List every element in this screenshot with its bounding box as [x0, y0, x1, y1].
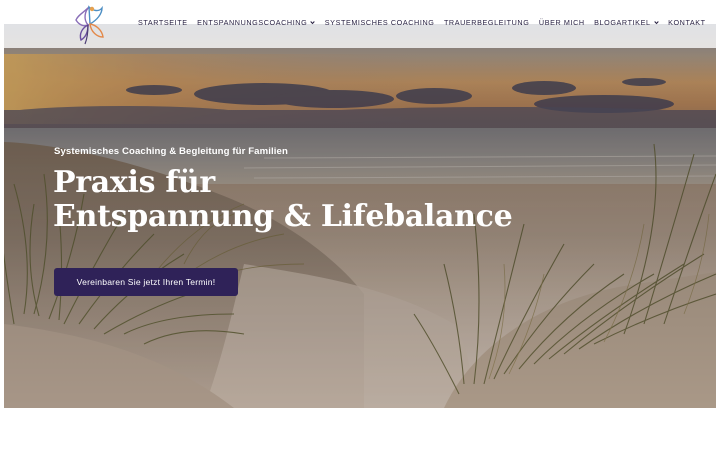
site-header: STARTSEITE ENTSPANNUNGSCOACHING SYSTEMIS… — [0, 0, 720, 48]
nav-item-systemisches-coaching[interactable]: SYSTEMISCHES COACHING — [325, 18, 435, 27]
nav-label: KONTAKT — [668, 18, 706, 27]
chevron-down-icon — [653, 21, 659, 25]
nav-item-ueber-mich[interactable]: ÜBER MICH — [539, 18, 585, 27]
nav-item-trauerbegleitung[interactable]: TRAUERBEGLEITUNG — [444, 18, 529, 27]
hero-title-line-2: Entspannung & Lifebalance — [53, 199, 513, 234]
nav-label: ENTSPANNUNGSCOACHING — [197, 18, 308, 27]
nav-label: TRAUERBEGLEITUNG — [443, 18, 530, 27]
hero-title: Praxis für Entspannung & Lifebalance — [53, 165, 513, 234]
nav-label: SYSTEMISCHES COACHING — [324, 18, 435, 27]
main-navigation: STARTSEITE ENTSPANNUNGSCOACHING SYSTEMIS… — [138, 18, 706, 27]
book-appointment-button[interactable]: Vereinbaren Sie jetzt Ihren Termin! — [54, 268, 238, 296]
hero-title-line-1: Praxis für — [53, 165, 215, 200]
nav-label: BLOGARTIKEL — [594, 18, 651, 27]
nav-item-startseite[interactable]: STARTSEITE — [138, 18, 188, 27]
nav-item-entspannungscoaching[interactable]: ENTSPANNUNGSCOACHING — [197, 18, 316, 27]
nav-item-blogartikel[interactable]: BLOGARTIKEL — [594, 18, 659, 27]
nav-item-kontakt[interactable]: KONTAKT — [668, 18, 706, 27]
hero-subtitle: Systemisches Coaching & Begleitung für F… — [54, 146, 288, 157]
butterfly-figure-logo-icon[interactable] — [72, 3, 106, 45]
nav-label: STARTSEITE — [138, 18, 188, 27]
nav-label: ÜBER MICH — [538, 18, 585, 27]
chevron-down-icon — [310, 21, 316, 25]
